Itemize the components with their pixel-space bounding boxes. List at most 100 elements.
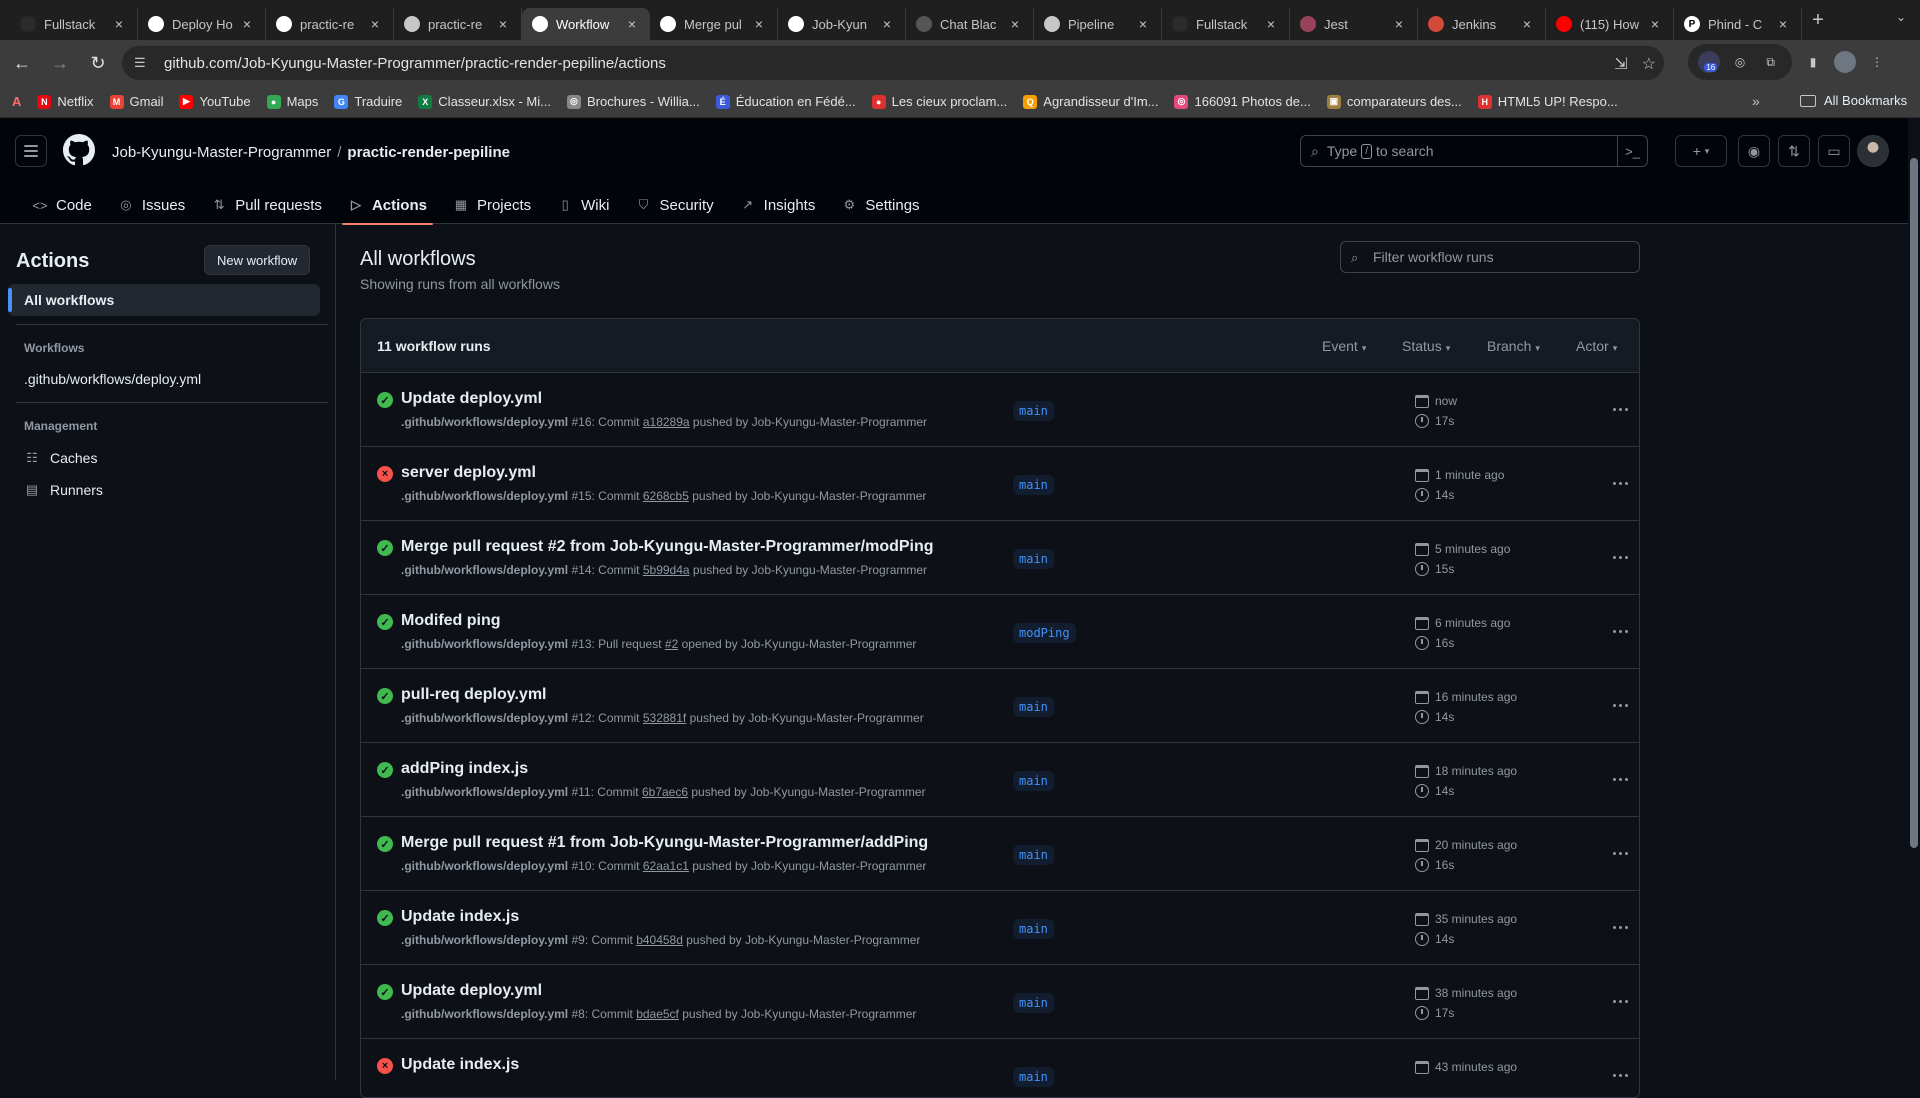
- more-bookmarks-icon[interactable]: »: [1752, 93, 1760, 109]
- browser-menu-icon[interactable]: ⋮: [1866, 51, 1888, 73]
- commit-link[interactable]: a18289a: [643, 415, 690, 429]
- bookmark-item[interactable]: X Classeur.xlsx - Mi...: [418, 94, 551, 109]
- extension-target-icon[interactable]: ◎: [1729, 51, 1751, 73]
- tab-close-icon[interactable]: ×: [751, 16, 767, 32]
- apps-icon[interactable]: A: [12, 94, 21, 109]
- tab-close-icon[interactable]: ×: [111, 16, 127, 32]
- tab-close-icon[interactable]: ×: [495, 16, 511, 32]
- run-options-icon[interactable]: [1605, 839, 1635, 867]
- workflow-run-title[interactable]: Update deploy.yml: [401, 390, 542, 408]
- bookmark-item[interactable]: N Netflix: [37, 94, 94, 109]
- tab-close-icon[interactable]: ×: [1263, 16, 1279, 32]
- user-avatar[interactable]: [1857, 135, 1889, 167]
- repo-link[interactable]: practic-render-pepiline: [347, 144, 510, 161]
- browser-tab[interactable]: Chat Blac ×: [906, 8, 1034, 40]
- actor-filter-dropdown[interactable]: Actor ▾: [1576, 338, 1617, 354]
- branch-label[interactable]: main: [1013, 1067, 1054, 1087]
- browser-tab[interactable]: practic-re ×: [266, 8, 394, 40]
- tab-close-icon[interactable]: ×: [1775, 16, 1791, 32]
- workflow-run-title[interactable]: Merge pull request #2 from Job-Kyungu-Ma…: [401, 538, 934, 556]
- browser-tab[interactable]: Pipeline ×: [1034, 8, 1162, 40]
- side-panel-icon[interactable]: ▮: [1802, 51, 1824, 73]
- sidebar-item-caches[interactable]: ☷ Caches: [8, 442, 320, 474]
- browser-tab[interactable]: Jest ×: [1290, 8, 1418, 40]
- tab-close-icon[interactable]: ×: [1391, 16, 1407, 32]
- workflow-run-title[interactable]: Update deploy.yml: [401, 982, 542, 1000]
- tab-close-icon[interactable]: ×: [879, 16, 895, 32]
- workflow-run-row[interactable]: ✓ pull-req deploy.yml .github/workflows/de…: [361, 669, 1639, 743]
- run-options-icon[interactable]: [1605, 543, 1635, 571]
- workflow-run-title[interactable]: addPing index.js: [401, 760, 528, 778]
- browser-tab[interactable]: Fullstack ×: [1162, 8, 1290, 40]
- branch-label[interactable]: main: [1013, 845, 1054, 865]
- commit-link[interactable]: 62aa1c1: [643, 859, 689, 873]
- page-scrollbar[interactable]: [1908, 118, 1920, 1080]
- bookmark-item[interactable]: ● Maps: [266, 94, 318, 109]
- bookmark-star-icon[interactable]: ☆: [1642, 54, 1656, 74]
- branch-label[interactable]: main: [1013, 771, 1054, 791]
- reload-button[interactable]: ↻: [80, 45, 116, 81]
- bookmark-item[interactable]: ▣ comparateurs des...: [1326, 94, 1462, 109]
- workflow-run-title[interactable]: Update index.js: [401, 908, 519, 926]
- bookmark-item[interactable]: H HTML5 UP! Respo...: [1477, 94, 1618, 109]
- browser-tab[interactable]: P Phind - C ×: [1674, 8, 1802, 40]
- workflow-run-row[interactable]: ✓ Merge pull request #1 from Job-Kyungu-M…: [361, 817, 1639, 891]
- tab-close-icon[interactable]: ×: [239, 16, 255, 32]
- workflow-run-row[interactable]: ✓ Update index.js .github/workflows/deploy…: [361, 891, 1639, 965]
- tab-issues[interactable]: ◎ Issues: [108, 186, 195, 224]
- browser-tab[interactable]: Deploy Ho ×: [138, 8, 266, 40]
- branch-label[interactable]: main: [1013, 549, 1054, 569]
- commit-link[interactable]: #2: [665, 637, 678, 651]
- browser-tab[interactable]: (115) How ×: [1546, 8, 1674, 40]
- tab-close-icon[interactable]: ×: [1135, 16, 1151, 32]
- branch-label[interactable]: main: [1013, 401, 1054, 421]
- commit-link[interactable]: bdae5cf: [636, 1007, 679, 1021]
- browser-tab[interactable]: Job-Kyun ×: [778, 8, 906, 40]
- workflow-run-title[interactable]: Modifed ping: [401, 612, 501, 630]
- bookmark-item[interactable]: ◎ 166091 Photos de...: [1174, 94, 1311, 109]
- browser-tab[interactable]: Workflow ×: [522, 8, 650, 40]
- sidebar-item-deploy-workflow[interactable]: .github/workflows/deploy.yml: [8, 363, 320, 395]
- inbox-button[interactable]: ▭: [1818, 135, 1850, 167]
- tab-pull-requests[interactable]: ⇅ Pull requests: [201, 186, 332, 224]
- new-tab-button[interactable]: +: [1802, 9, 1834, 32]
- run-options-icon[interactable]: [1605, 987, 1635, 1015]
- command-palette-icon[interactable]: >_: [1617, 136, 1647, 166]
- tab-projects[interactable]: ▦ Projects: [443, 186, 541, 224]
- issues-button[interactable]: ◉: [1738, 135, 1770, 167]
- bookmark-item[interactable]: Q Agrandisseur d'Im...: [1023, 94, 1158, 109]
- pull-requests-button[interactable]: ⇅: [1778, 135, 1810, 167]
- tab-wiki[interactable]: ▯ Wiki: [547, 186, 619, 224]
- bookmark-item[interactable]: ● Les cieux proclam...: [871, 94, 1007, 109]
- tab-security[interactable]: ⛉ Security: [625, 186, 723, 224]
- workflow-run-row[interactable]: × Update index.js main 43 minutes ago: [361, 1039, 1639, 1097]
- tab-settings[interactable]: ⚙ Settings: [831, 186, 929, 224]
- status-filter-dropdown[interactable]: Status ▾: [1402, 338, 1450, 354]
- run-options-icon[interactable]: [1605, 395, 1635, 423]
- workflow-run-title[interactable]: pull-req deploy.yml: [401, 686, 547, 704]
- back-button[interactable]: ←: [4, 45, 40, 81]
- workflow-run-row[interactable]: ✓ Update deploy.yml .github/workflows/depl…: [361, 373, 1639, 447]
- extension-icon[interactable]: 16: [1698, 51, 1721, 73]
- workflow-run-row[interactable]: × server deploy.yml .github/workflows/depl…: [361, 447, 1639, 521]
- commit-link[interactable]: 6268cb5: [643, 489, 689, 503]
- profile-avatar[interactable]: [1834, 51, 1856, 73]
- site-info-icon[interactable]: ☰: [134, 55, 154, 71]
- branch-label[interactable]: modPing: [1013, 623, 1076, 643]
- workflow-run-title[interactable]: server deploy.yml: [401, 464, 536, 482]
- owner-link[interactable]: Job-Kyungu-Master-Programmer: [112, 144, 331, 161]
- create-new-button[interactable]: + ▾: [1675, 135, 1727, 167]
- bookmark-item[interactable]: M Gmail: [109, 94, 163, 109]
- browser-tab[interactable]: practic-re ×: [394, 8, 522, 40]
- tab-search-chevron-icon[interactable]: ⌄: [1896, 10, 1906, 24]
- scrollbar-thumb[interactable]: [1910, 158, 1918, 848]
- workflow-run-row[interactable]: ✓ Update deploy.yml .github/workflows/depl…: [361, 965, 1639, 1039]
- bookmark-item[interactable]: ▶ YouTube: [179, 94, 251, 109]
- commit-link[interactable]: 532881f: [643, 711, 686, 725]
- github-logo-icon[interactable]: [63, 134, 95, 166]
- branch-label[interactable]: main: [1013, 993, 1054, 1013]
- sidebar-item-all-workflows[interactable]: All workflows: [8, 284, 320, 316]
- global-search-input[interactable]: ⌕ Type / to search >_: [1300, 135, 1648, 167]
- tab-close-icon[interactable]: ×: [1007, 16, 1023, 32]
- run-options-icon[interactable]: [1605, 469, 1635, 497]
